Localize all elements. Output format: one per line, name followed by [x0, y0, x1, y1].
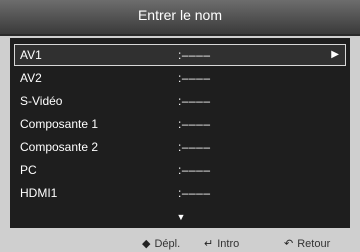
- list-item-av1[interactable]: AV1 :–––– ▶: [14, 44, 346, 66]
- list-item-label: AV1: [20, 48, 42, 62]
- list-item-label: Composante 2: [20, 140, 99, 154]
- list-item-label: HDMI1: [20, 186, 58, 200]
- list-item-composante-1[interactable]: Composante 1 :––––: [14, 113, 346, 135]
- list-item-pc[interactable]: PC :––––: [14, 159, 346, 181]
- list-item-composante-2[interactable]: Composante 2 :––––: [14, 136, 346, 158]
- header-divider: [0, 34, 360, 36]
- list-item-s-video[interactable]: S-Vidéo :––––: [14, 90, 346, 112]
- input-name-list: AV1 :–––– ▶ AV2 :–––– S-Vidéo :–––– Comp…: [14, 44, 346, 205]
- list-item-hdmi1[interactable]: HDMI1 :––––: [14, 182, 346, 204]
- footer-hints: ◆ Dépl. ↵ Intro ↶ Retour: [0, 236, 360, 252]
- list-item-value: :––––: [178, 163, 211, 177]
- list-item-label: S-Vidéo: [20, 94, 63, 108]
- hint-return-label: Retour: [297, 238, 331, 250]
- chevron-right-icon: ▶: [331, 49, 339, 60]
- list-item-value: :––––: [178, 94, 211, 108]
- page-title: Entrer le nom: [137, 7, 223, 23]
- list-item-value: :––––: [178, 117, 211, 131]
- list-item-label: AV2: [20, 71, 42, 85]
- list-item-label: PC: [20, 163, 37, 177]
- hint-enter-label: Intro: [217, 238, 240, 250]
- list-item-av2[interactable]: AV2 :––––: [14, 67, 346, 89]
- hint-enter: ↵ Intro: [204, 236, 239, 252]
- scroll-down-icon[interactable]: ▼: [176, 212, 186, 222]
- list-item-label: Composante 1: [20, 117, 99, 131]
- list-item-value: :––––: [178, 71, 211, 85]
- enter-icon: ↵: [204, 238, 214, 250]
- hint-return: ↶ Retour: [284, 236, 330, 252]
- osd-screen: Entrer le nom AV1 :–––– ▶ AV2 :–––– S-Vi…: [0, 0, 360, 252]
- list-item-value: :––––: [178, 140, 211, 154]
- hint-move-label: Dépl.: [154, 238, 181, 250]
- return-icon: ↶: [284, 238, 294, 250]
- list-item-value: :––––: [178, 48, 211, 62]
- list-item-value: :––––: [178, 186, 211, 200]
- move-arrows-icon: ◆: [142, 238, 151, 250]
- header-bar: Entrer le nom: [0, 0, 360, 34]
- hint-move: ◆ Dépl.: [142, 236, 180, 252]
